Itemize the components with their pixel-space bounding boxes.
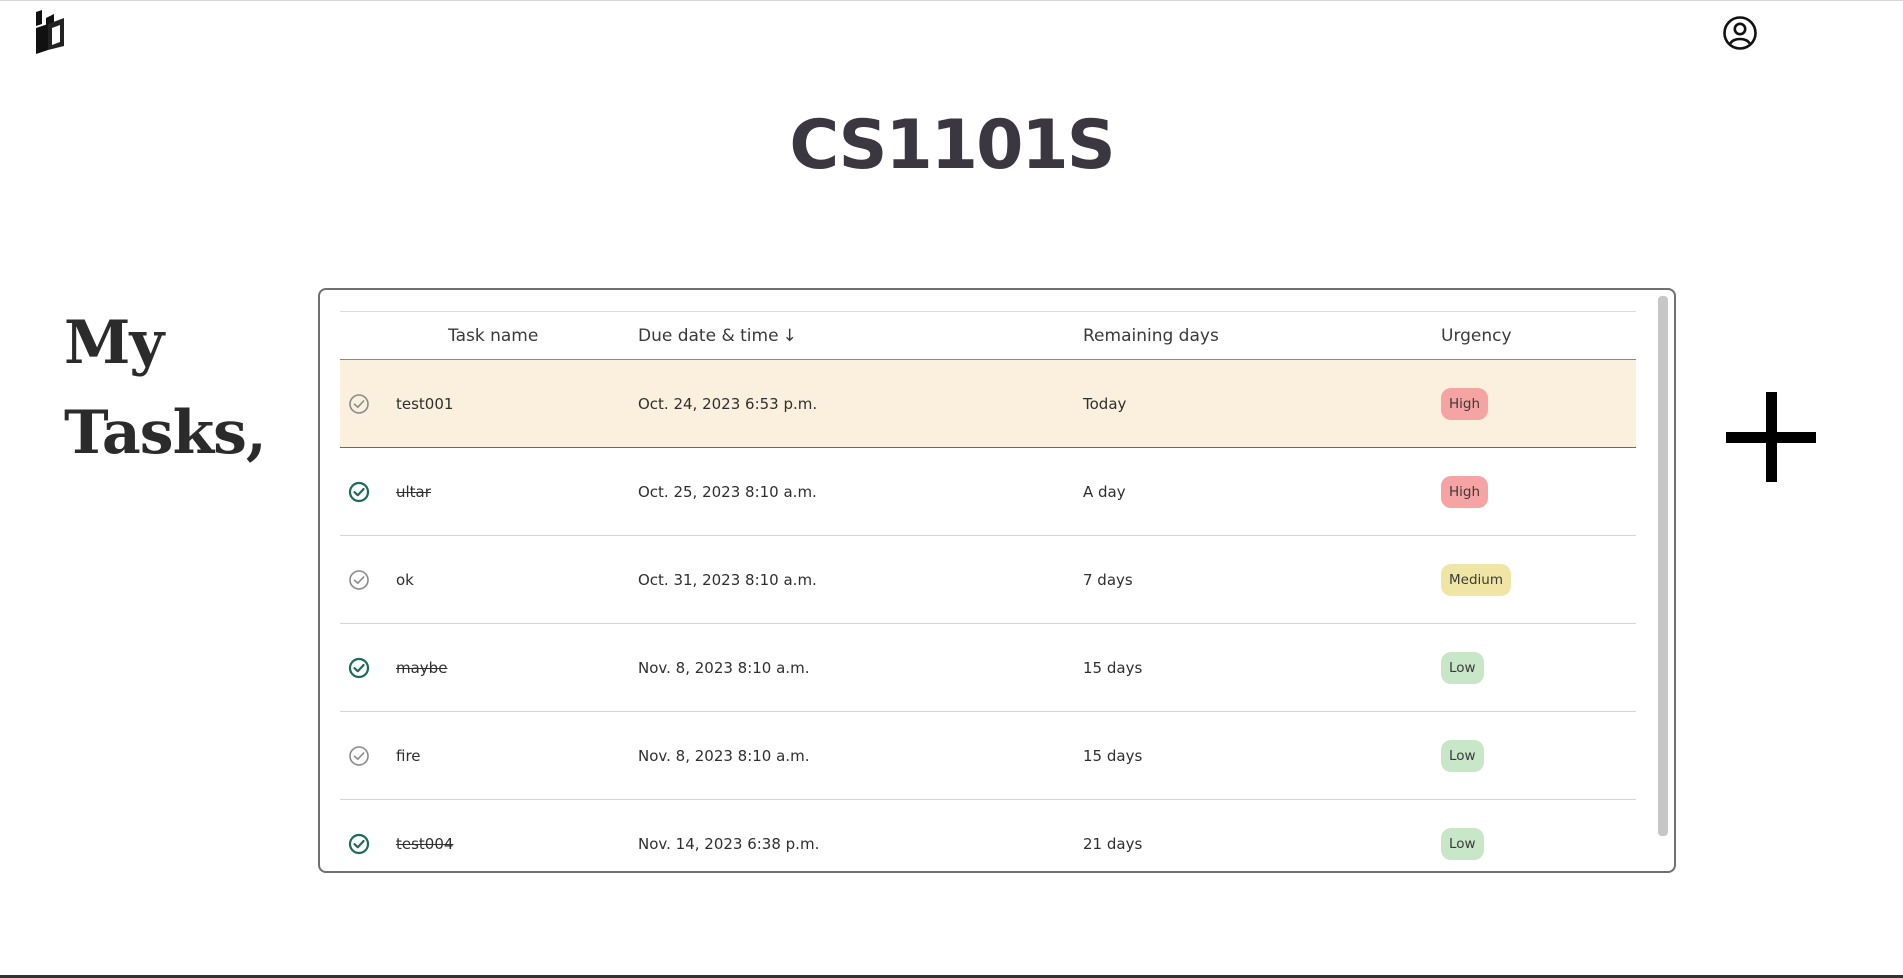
check-circle-pending-icon[interactable] [348, 569, 370, 591]
heading-line-2: Tasks, [64, 398, 267, 468]
table-row[interactable]: ultar Oct. 25, 2023 8:10 a.m. A day High [340, 448, 1636, 536]
column-header-task-name[interactable]: Task name [340, 312, 638, 360]
sort-down-arrow-icon[interactable]: ↓ [783, 326, 797, 346]
cell-remaining-days: 15 days [1083, 746, 1143, 765]
cell-due-date: Nov. 14, 2023 6:38 p.m. [638, 834, 820, 853]
cell-task-name[interactable]: test001 [396, 360, 638, 448]
table-body: test001 Oct. 24, 2023 6:53 p.m. Today High u… [340, 359, 1636, 872]
cell-remaining-days: 7 days [1083, 570, 1133, 589]
cell-complete-toggle [340, 536, 396, 624]
cell-urgency: High [1441, 448, 1636, 536]
check-circle-done-icon[interactable] [348, 481, 370, 503]
table-row[interactable]: fire Nov. 8, 2023 8:10 a.m. 15 days Low [340, 712, 1636, 800]
cell-complete-toggle [340, 360, 396, 448]
table-row[interactable]: test004 Nov. 14, 2023 6:38 p.m. 21 days Low [340, 800, 1636, 872]
table-scrollbar[interactable] [1658, 296, 1668, 836]
my-tasks-heading: My Tasks, [64, 298, 267, 478]
cell-due-date: Nov. 8, 2023 8:10 a.m. [638, 658, 810, 677]
cell-urgency: Low [1441, 624, 1636, 712]
table-row[interactable]: maybe Nov. 8, 2023 8:10 a.m. 15 days Low [340, 624, 1636, 712]
urgency-badge: Low [1441, 651, 1484, 684]
cell-task-name[interactable]: ok [396, 536, 638, 624]
cell-remaining-days: 15 days [1083, 658, 1143, 677]
cell-remaining-days: Today [1083, 394, 1127, 413]
cell-task-name[interactable]: fire [396, 712, 638, 800]
check-circle-pending-icon[interactable] [348, 393, 370, 415]
check-circle-done-icon[interactable] [348, 657, 370, 679]
user-circle-icon[interactable] [1722, 15, 1758, 51]
cell-task-name[interactable]: maybe [396, 624, 638, 712]
cell-remaining-days: A day [1083, 482, 1126, 501]
urgency-badge: High [1441, 387, 1489, 420]
column-header-urgency[interactable]: Urgency [1441, 312, 1636, 360]
cell-due-date: Oct. 31, 2023 8:10 a.m. [638, 570, 817, 589]
cell-urgency: High [1441, 360, 1636, 448]
urgency-badge: Low [1441, 739, 1484, 772]
column-header-due-date[interactable]: Due date & time ↓ [638, 312, 1083, 360]
heading-line-1: My [64, 308, 164, 378]
cell-urgency: Low [1441, 712, 1636, 800]
cell-complete-toggle [340, 624, 396, 712]
table-row[interactable]: ok Oct. 31, 2023 8:10 a.m. 7 days Medium [340, 536, 1636, 624]
cell-due-date: Oct. 25, 2023 8:10 a.m. [638, 482, 817, 501]
urgency-badge: High [1441, 475, 1489, 508]
top-divider [0, 0, 1903, 1]
task-table: Task name Due date & time ↓ Remaining day… [340, 311, 1636, 872]
cell-urgency: Medium [1441, 536, 1636, 624]
cell-task-name[interactable]: test004 [396, 800, 638, 872]
cell-complete-toggle [340, 448, 396, 536]
urgency-badge: Medium [1441, 563, 1511, 596]
page-title: CS1101S [789, 106, 1115, 185]
check-circle-pending-icon[interactable] [348, 745, 370, 767]
cell-task-name[interactable]: ultar [396, 448, 638, 536]
urgency-badge: Low [1441, 827, 1484, 860]
cell-due-date: Nov. 8, 2023 8:10 a.m. [638, 746, 810, 765]
task-table-panel: Task name Due date & time ↓ Remaining day… [318, 288, 1676, 873]
cell-complete-toggle [340, 712, 396, 800]
table-row[interactable]: test001 Oct. 24, 2023 6:53 p.m. Today High [340, 359, 1636, 448]
cell-due-date: Oct. 24, 2023 6:53 p.m. [638, 394, 818, 413]
cell-urgency: Low [1441, 800, 1636, 872]
check-circle-done-icon[interactable] [348, 833, 370, 855]
plus-icon-vertical [1766, 392, 1777, 482]
column-header-remaining-days[interactable]: Remaining days [1083, 312, 1441, 360]
brand-logo-icon[interactable] [34, 10, 68, 56]
cell-complete-toggle [340, 800, 396, 872]
column-header-due-label: Due date & time [638, 325, 779, 346]
add-task-button[interactable] [1726, 392, 1816, 482]
table-scrollbar-thumb[interactable] [1658, 296, 1668, 836]
cell-remaining-days: 21 days [1083, 834, 1143, 853]
table-header: Task name Due date & time ↓ Remaining day… [340, 311, 1636, 360]
